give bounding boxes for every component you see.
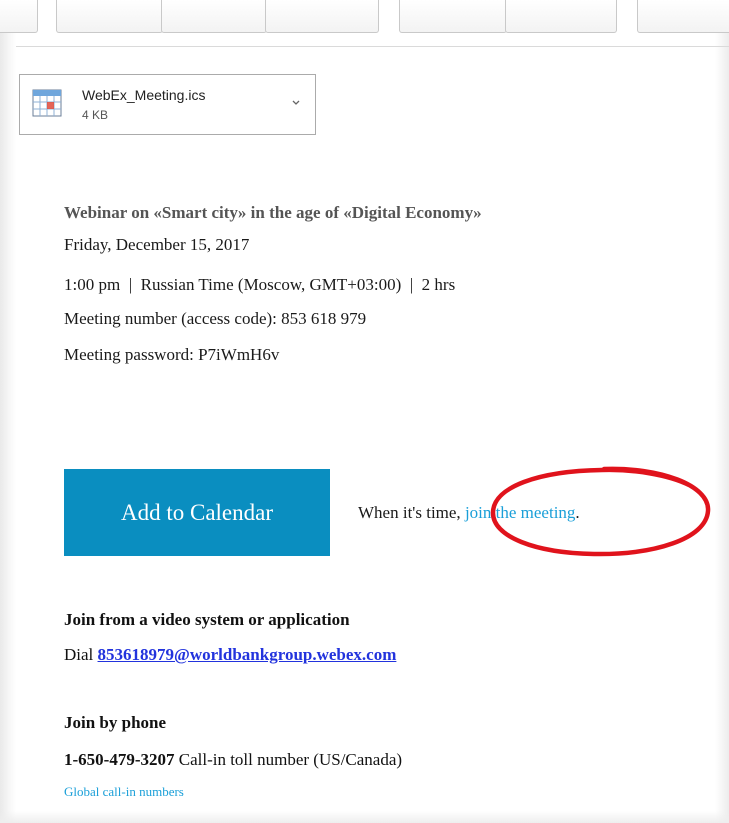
right-edge-shading xyxy=(715,0,729,823)
call-in-label: Call-in toll number (US/Canada) xyxy=(174,750,403,769)
dial-line: Dial 853618979@worldbankgroup.webex.com xyxy=(64,645,396,665)
phone-join-heading: Join by phone xyxy=(64,713,167,732)
join-instruction: When it's time, join the meeting. xyxy=(358,503,580,523)
toolbar-button[interactable] xyxy=(399,0,507,33)
phone-line: 1-650-479-3207 Call-in toll number (US/C… xyxy=(64,750,402,770)
toolbar-strip xyxy=(0,0,729,48)
attachment-filename: WebEx_Meeting.ics xyxy=(82,87,206,103)
meeting-number: Meeting number (access code): 853 618 97… xyxy=(64,309,367,328)
toolbar-button[interactable] xyxy=(505,0,617,33)
meeting-password: Meeting password: P7iWmH6v xyxy=(64,345,280,364)
meeting-date: Friday, December 15, 2017 xyxy=(64,235,250,254)
header-divider xyxy=(16,46,729,47)
add-to-calendar-button[interactable]: Add to Calendar xyxy=(64,469,330,556)
chevron-down-icon[interactable] xyxy=(290,97,302,107)
meeting-title: Webinar on «Smart city» in the age of «D… xyxy=(64,203,482,222)
toolbar-button[interactable] xyxy=(265,0,379,33)
video-dial-link[interactable]: 853618979@worldbankgroup.webex.com xyxy=(98,645,397,664)
meeting-time: 1:00 pm | Russian Time (Moscow, GMT+03:0… xyxy=(64,275,456,294)
toolbar-button[interactable] xyxy=(161,0,267,33)
join-suffix: . xyxy=(575,503,580,522)
dial-prefix: Dial xyxy=(64,645,98,664)
join-meeting-link[interactable]: join the meeting xyxy=(465,503,575,522)
call-in-number: 1-650-479-3207 xyxy=(64,750,175,769)
join-prefix: When it's time, xyxy=(358,503,465,522)
toolbar-button[interactable] xyxy=(0,0,38,33)
toolbar-button[interactable] xyxy=(637,0,729,33)
left-edge-shading xyxy=(0,0,16,823)
global-call-in-link[interactable]: Global call-in numbers xyxy=(64,784,184,800)
toolbar-button[interactable] xyxy=(56,0,163,33)
attachment-card[interactable]: WebEx_Meeting.ics 4 KB xyxy=(19,74,316,135)
bottom-edge-shading xyxy=(0,811,729,823)
attachment-size: 4 KB xyxy=(82,108,109,122)
video-join-heading: Join from a video system or application xyxy=(64,610,350,629)
calendar-file-icon xyxy=(32,89,62,117)
